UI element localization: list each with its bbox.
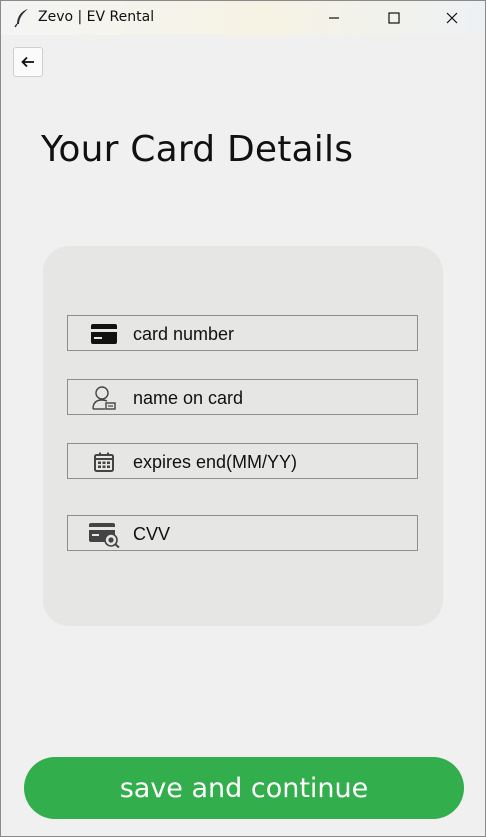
card-security-icon	[88, 521, 120, 548]
credit-card-icon	[88, 321, 120, 347]
save-and-continue-button[interactable]: save and continue	[24, 757, 464, 819]
feather-icon	[14, 8, 30, 28]
save-and-continue-label: save and continue	[119, 772, 369, 804]
card-number-field[interactable]: card number	[67, 315, 418, 351]
cvv-placeholder: CVV	[133, 524, 171, 544]
card-details-panel	[43, 246, 443, 626]
name-on-card-placeholder: name on card	[133, 388, 244, 408]
cvv-field[interactable]: CVV	[67, 515, 418, 551]
page-title: Your Card Details	[41, 129, 354, 170]
back-button[interactable]	[13, 47, 43, 77]
minimize-icon	[328, 9, 340, 28]
maximize-button[interactable]	[371, 1, 417, 35]
minimize-button[interactable]	[311, 1, 357, 35]
app-window: Zevo | EV Rental Your Card Details card …	[0, 0, 486, 837]
maximize-icon	[388, 9, 400, 28]
user-badge-icon	[88, 385, 120, 411]
card-number-placeholder: card number	[133, 324, 235, 344]
close-button[interactable]	[429, 1, 475, 35]
close-icon	[446, 9, 458, 28]
title-bar[interactable]: Zevo | EV Rental	[1, 1, 485, 35]
expiry-date-field[interactable]: expires end(MM/YY)	[67, 443, 418, 479]
expiry-date-placeholder: expires end(MM/YY)	[133, 452, 298, 472]
name-on-card-field[interactable]: name on card	[67, 379, 418, 415]
arrow-left-icon	[21, 53, 35, 72]
calendar-icon	[88, 449, 120, 475]
window-title: Zevo | EV Rental	[38, 9, 155, 25]
